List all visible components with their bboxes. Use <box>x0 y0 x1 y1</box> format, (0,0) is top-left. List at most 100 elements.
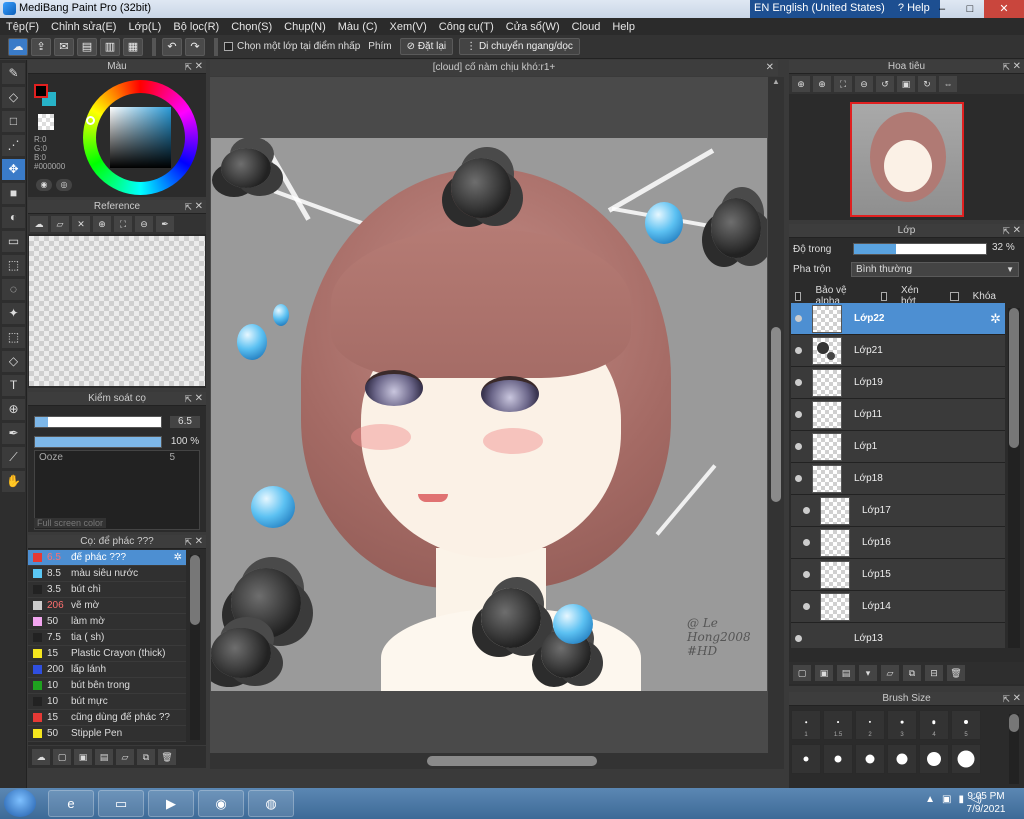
visibility-eye-icon[interactable] <box>803 507 810 514</box>
help-label[interactable]: Help <box>907 2 930 14</box>
menu-snap[interactable]: Chụp(N) <box>284 21 326 33</box>
layer-row[interactable]: Lớp15 <box>791 559 1005 591</box>
clipping-checkbox[interactable] <box>880 291 887 301</box>
language-label[interactable]: EN English (United States) <box>754 2 885 14</box>
close-panel-icon[interactable]: ✕ <box>195 60 203 74</box>
palette-alt-icon[interactable]: ◎ <box>56 179 72 191</box>
gear-icon[interactable]: ✲ <box>990 311 1001 327</box>
scrollbar-thumb[interactable] <box>1009 714 1019 732</box>
brush-size-scrollbar[interactable] <box>1009 714 1019 784</box>
layer-row[interactable]: Lớp17 <box>791 495 1005 527</box>
close-document-icon[interactable]: ✕ <box>766 60 774 76</box>
tray-expand-icon[interactable]: ▲ <box>925 794 935 805</box>
rotate-left-icon[interactable]: ↺ <box>876 76 894 92</box>
select-layer-option[interactable]: Chọn một lớp tại điểm nhấp <box>224 41 360 52</box>
brush-size-cell[interactable] <box>887 744 917 774</box>
folder-open-icon[interactable]: ▱ <box>51 216 69 232</box>
move-tool-icon[interactable]: ✥ <box>2 159 25 180</box>
taskbar-clock[interactable]: 9:05 PM 7/9/2021 <box>956 790 1016 816</box>
visibility-eye-icon[interactable] <box>803 603 810 610</box>
hand-tool-icon[interactable]: ✋ <box>2 471 25 492</box>
brush-item[interactable]: 10 bút mực <box>28 694 186 710</box>
move-direction-button[interactable]: ⋮ Di chuyển ngang/dọc <box>459 38 580 55</box>
canvas-vertical-scrollbar[interactable]: ▲ <box>768 77 784 753</box>
rectangle-tool-icon[interactable]: □ <box>2 111 25 132</box>
undock-icon[interactable]: ⇱ <box>184 60 192 74</box>
zoom-out-icon[interactable]: ⊖ <box>855 76 873 92</box>
brush-item[interactable]: 8.5 màu siêu nước <box>28 566 186 582</box>
layer-row[interactable]: Lớp11 <box>791 399 1005 431</box>
brush-item[interactable]: 6.5 để phác ??? ✲ <box>28 550 186 566</box>
brush-size-cell[interactable] <box>855 744 885 774</box>
new-layer-icon[interactable]: ▢ <box>793 665 811 681</box>
brush-size-cell[interactable]: 2 <box>855 710 885 740</box>
layer-folder-icon[interactable]: ▱ <box>881 665 899 681</box>
fit-icon[interactable]: ⛶ <box>114 216 132 232</box>
hue-wheel[interactable] <box>83 80 198 195</box>
undock-icon[interactable]: ⇱ <box>1002 692 1010 706</box>
close-icon[interactable]: ✕ <box>984 0 1024 18</box>
visibility-eye-icon[interactable] <box>803 539 810 546</box>
duplicate-layer-icon[interactable]: ⧉ <box>903 665 921 681</box>
rotate-right-icon[interactable]: ↻ <box>918 76 936 92</box>
menu-edit[interactable]: Chỉnh sửa(E) <box>51 21 116 33</box>
brush-item[interactable]: 206 vẽ mờ <box>28 598 186 614</box>
speech-icon[interactable]: ▤ <box>77 37 97 56</box>
flip-icon[interactable]: ⇔ <box>939 76 957 92</box>
visibility-eye-icon[interactable] <box>803 571 810 578</box>
visibility-eye-icon[interactable] <box>795 475 802 482</box>
eraser-tool-icon[interactable]: ◇ <box>2 87 25 108</box>
scroll-up-icon[interactable]: ▲ <box>768 77 784 86</box>
brush-item[interactable]: 10 bút bên trong <box>28 678 186 694</box>
menu-layer[interactable]: Lớp(L) <box>128 21 161 33</box>
new-8bit-layer-icon[interactable]: ▤ <box>837 665 855 681</box>
document-tab[interactable]: [cloud] cố nàm chịu khó:r1+ ✕ <box>210 60 778 76</box>
brush-item[interactable]: 200 lấp lánh <box>28 662 186 678</box>
visibility-eye-icon[interactable] <box>795 315 802 322</box>
brush-size-cell[interactable] <box>919 744 949 774</box>
clear-icon[interactable]: ✕ <box>72 216 90 232</box>
brush-item[interactable]: 15 Plastic Crayon (thick) <box>28 646 186 662</box>
brush-size-cell[interactable] <box>823 744 853 774</box>
close-panel-icon[interactable]: ✕ <box>195 535 203 549</box>
canvas-horizontal-scrollbar[interactable] <box>210 753 784 769</box>
layer-row[interactable]: Lớp1 <box>791 431 1005 463</box>
eyedropper-icon[interactable]: ✒ <box>156 216 174 232</box>
select-eraser-icon[interactable]: ◇ <box>2 351 25 372</box>
lasso-tool-icon[interactable]: ◌ <box>2 279 25 300</box>
brush-item[interactable]: 50 làm mờ <box>28 614 186 630</box>
layer-row[interactable]: Lớp13 <box>791 623 1005 648</box>
menu-window[interactable]: Cửa sổ(W) <box>506 21 560 33</box>
brush-item[interactable]: 3.5 bút chì <box>28 582 186 598</box>
zoom-in-icon[interactable]: ⊕ <box>792 76 810 92</box>
reset-button[interactable]: ⊘ Đặt lại <box>399 38 454 55</box>
brush-item[interactable]: 7.5 tia ( sh) <box>28 630 186 646</box>
brush-size-cell[interactable] <box>951 744 981 774</box>
menu-cloud[interactable]: Cloud <box>572 21 601 33</box>
zoom-out-icon[interactable]: ⊖ <box>135 216 153 232</box>
brush-opacity-slider[interactable] <box>34 436 162 448</box>
blend-mode-select[interactable]: Bình thường ▼ <box>851 262 1019 277</box>
visibility-eye-icon[interactable] <box>795 635 802 642</box>
operation-tool-icon[interactable]: ⊕ <box>2 399 25 420</box>
layer-row[interactable]: Lớp14 <box>791 591 1005 623</box>
layer-row[interactable]: Lớp16 <box>791 527 1005 559</box>
select-pen-icon[interactable]: ⬚ <box>2 327 25 348</box>
undock-icon[interactable]: ⇱ <box>184 535 192 549</box>
file-explorer-icon[interactable]: ▭ <box>98 790 144 817</box>
comment-icon[interactable]: ✉ <box>54 37 74 56</box>
duplicate-brush-icon[interactable]: ⧉ <box>137 749 155 765</box>
close-panel-icon[interactable]: ✕ <box>195 392 203 406</box>
close-panel-icon[interactable]: ✕ <box>195 200 203 214</box>
antivirus-icon[interactable]: ▣ <box>942 794 951 805</box>
language-bar[interactable]: EN English (United States) ? Help <box>750 0 940 18</box>
gear-icon[interactable]: ✲ <box>174 552 182 563</box>
text-tool-icon[interactable]: T <box>2 375 25 396</box>
menu-file[interactable]: Tệp(F) <box>6 21 39 33</box>
redo-icon[interactable]: ↷ <box>185 37 205 56</box>
layer-opacity-slider[interactable] <box>853 243 987 255</box>
internet-explorer-icon[interactable]: e <box>48 790 94 817</box>
artwork-canvas[interactable]: @ Le Hong2008 #HD <box>211 138 767 691</box>
brush-size-cell[interactable] <box>791 744 821 774</box>
undock-icon[interactable]: ⇱ <box>1002 224 1010 238</box>
